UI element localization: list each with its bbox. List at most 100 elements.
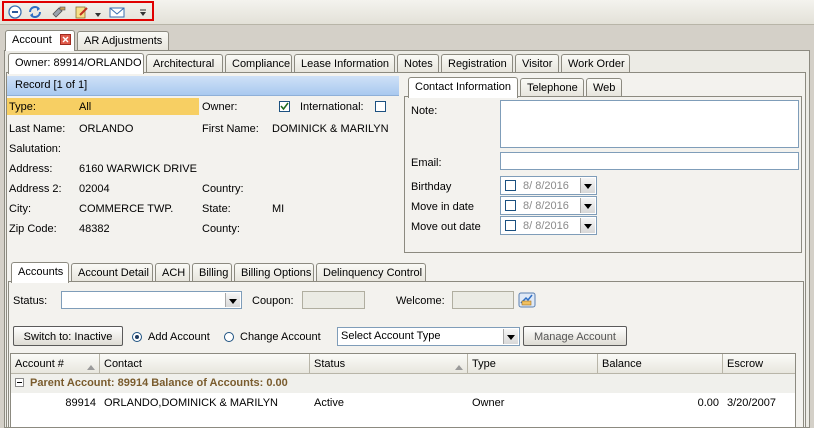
city-label: City:: [9, 203, 31, 215]
move-in-checkbox[interactable]: [505, 200, 516, 211]
birthday-value: 8/ 8/2016: [523, 180, 569, 192]
international-checkbox[interactable]: [375, 101, 386, 112]
tab-compliance-label: Compliance: [232, 58, 291, 70]
switch-to-inactive-label: Switch to: Inactive: [23, 331, 113, 343]
column-header-type[interactable]: Type: [468, 354, 598, 374]
manage-account-button[interactable]: Manage Account: [523, 326, 627, 346]
tab-billing-options[interactable]: Billing Options: [234, 263, 314, 282]
status-dropdown-icon[interactable]: [225, 293, 240, 307]
tab-visitor[interactable]: Visitor: [515, 54, 559, 73]
collapse-icon[interactable]: [15, 378, 24, 387]
tab-delinquency-control-label: Delinquency Control: [323, 267, 423, 279]
column-header-contact[interactable]: Contact: [100, 354, 310, 374]
more-icon[interactable]: [139, 8, 147, 16]
column-header-escrow[interactable]: Escrow: [723, 354, 795, 374]
sort-asc-icon: [87, 361, 95, 373]
tab-architectural[interactable]: Architectural: [146, 54, 223, 73]
note-textarea[interactable]: [500, 100, 799, 148]
notes-icon[interactable]: [74, 5, 88, 19]
tab-account[interactable]: Account: [5, 30, 75, 51]
note-label: Note:: [411, 105, 438, 117]
tools-icon[interactable]: [52, 5, 66, 19]
tab-registration[interactable]: Registration: [441, 54, 513, 73]
switch-to-inactive-button[interactable]: Switch to: Inactive: [13, 326, 123, 346]
add-account-radio[interactable]: [132, 332, 142, 342]
zip-value: 48382: [79, 223, 110, 235]
tab-architectural-label: Architectural: [153, 58, 215, 70]
tab-ach[interactable]: ACH: [155, 263, 190, 282]
tab-contact-information[interactable]: Contact Information: [408, 77, 518, 98]
coupon-field[interactable]: [302, 291, 365, 309]
tab-accounts[interactable]: Accounts: [11, 262, 69, 283]
column-header-balance[interactable]: Balance: [598, 354, 723, 374]
close-icon[interactable]: [60, 34, 71, 45]
tab-ar-adjustments[interactable]: AR Adjustments: [77, 31, 169, 50]
birthday-label: Birthday: [411, 181, 452, 193]
move-out-dropdown-icon[interactable]: [580, 218, 595, 233]
column-header-contact-label: Contact: [104, 358, 142, 370]
tab-delinquency-control[interactable]: Delinquency Control: [316, 263, 426, 282]
move-in-value: 8/ 8/2016: [523, 200, 569, 212]
tab-account-detail-label: Account Detail: [78, 267, 149, 279]
cell-status: Active: [314, 397, 344, 409]
status-select[interactable]: [61, 291, 242, 309]
tab-owner-label: Owner: 89914/ORLANDO: [15, 57, 142, 69]
tab-notes[interactable]: Notes: [397, 54, 439, 73]
minus-circle-icon[interactable]: [8, 5, 22, 19]
tab-billing[interactable]: Billing: [192, 263, 232, 282]
column-header-account-label: Account #: [15, 358, 64, 370]
table-row[interactable]: 89914 ORLANDO,DOMINICK & MARILYN Active …: [11, 393, 795, 413]
account-type-dropdown-icon[interactable]: [503, 329, 518, 344]
dropdown-arrow-icon[interactable]: [95, 9, 101, 17]
move-out-checkbox[interactable]: [505, 220, 516, 231]
birthday-picker[interactable]: 8/ 8/2016: [500, 176, 597, 195]
move-out-value: 8/ 8/2016: [523, 220, 569, 232]
zip-label: Zip Code:: [9, 223, 57, 235]
welcome-field[interactable]: [452, 291, 514, 309]
tab-ar-adjustments-label: AR Adjustments: [84, 35, 163, 47]
cell-account: 89914: [65, 397, 96, 409]
column-header-type-label: Type: [472, 358, 496, 370]
international-label: International:: [300, 101, 364, 113]
address-value: 6160 WARWICK DRIVE: [79, 163, 197, 175]
column-header-status[interactable]: Status: [310, 354, 468, 374]
tab-lease-information[interactable]: Lease Information: [294, 54, 395, 73]
tab-owner[interactable]: Owner: 89914/ORLANDO: [8, 53, 144, 74]
email-field[interactable]: [500, 152, 799, 170]
birthday-checkbox[interactable]: [505, 180, 516, 191]
tab-compliance[interactable]: Compliance: [225, 54, 292, 73]
column-header-status-label: Status: [314, 358, 346, 370]
refresh-icon[interactable]: [28, 5, 42, 19]
email-label: Email:: [411, 157, 442, 169]
group-row-label: Parent Account: 89914 Balance of Account…: [30, 377, 288, 389]
move-out-picker[interactable]: 8/ 8/2016: [500, 216, 597, 235]
record-header-label: Record [1 of 1]: [15, 79, 88, 91]
email-icon[interactable]: [109, 5, 125, 19]
address2-label: Address 2:: [9, 183, 62, 195]
owner-checkbox[interactable]: [279, 101, 290, 112]
tab-work-order-label: Work Order: [568, 58, 625, 70]
state-value: MI: [272, 203, 285, 215]
address-label: Address:: [9, 163, 53, 175]
tab-work-order[interactable]: Work Order: [561, 54, 630, 73]
change-account-label: Change Account: [240, 331, 321, 343]
country-label: Country:: [202, 183, 244, 195]
first-name-label: First Name:: [202, 123, 259, 135]
move-out-label: Move out date: [411, 221, 481, 233]
tab-lease-information-label: Lease Information: [301, 58, 390, 70]
account-type-value: Select Account Type: [341, 330, 441, 342]
move-in-dropdown-icon[interactable]: [580, 198, 595, 213]
tab-telephone[interactable]: Telephone: [520, 78, 584, 97]
tab-web[interactable]: Web: [586, 78, 622, 97]
account-type-select[interactable]: Select Account Type: [337, 327, 520, 346]
tab-account-detail[interactable]: Account Detail: [71, 263, 153, 282]
move-in-label: Move in date: [411, 201, 474, 213]
welcome-label: Welcome:: [396, 295, 445, 307]
welcome-lookup-icon[interactable]: [517, 290, 537, 310]
move-in-picker[interactable]: 8/ 8/2016: [500, 196, 597, 215]
group-row[interactable]: Parent Account: 89914 Balance of Account…: [11, 374, 795, 394]
birthday-dropdown-icon[interactable]: [580, 178, 595, 193]
column-header-account[interactable]: Account #: [11, 354, 100, 374]
tab-visitor-label: Visitor: [522, 58, 553, 70]
change-account-radio[interactable]: [224, 332, 234, 342]
